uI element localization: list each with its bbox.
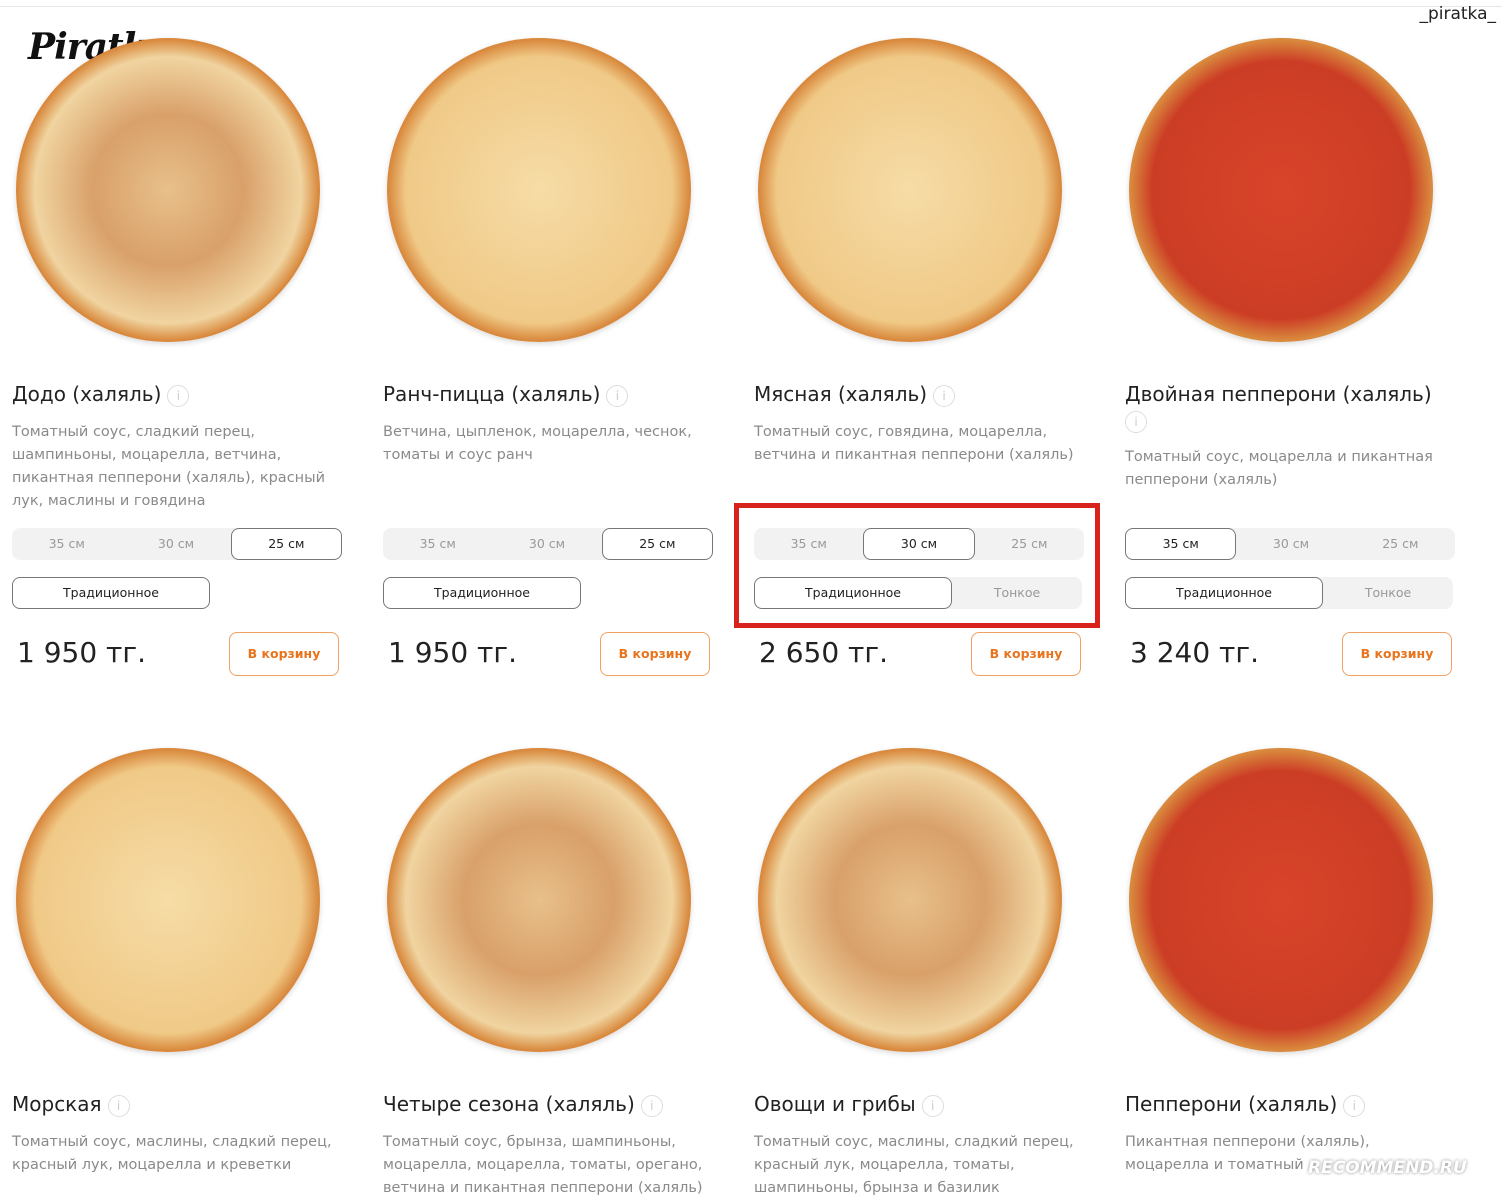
- size-option[interactable]: 25 см: [1346, 528, 1455, 560]
- info-icon[interactable]: i: [606, 384, 629, 407]
- watermark-username: _piratka_: [1419, 4, 1496, 24]
- info-icon[interactable]: i: [640, 1094, 663, 1117]
- info-icon[interactable]: i: [1125, 410, 1147, 433]
- product-title[interactable]: Четыре сезона (халяль) i: [383, 1092, 663, 1117]
- pizza-image[interactable]: [387, 748, 691, 1052]
- product-title[interactable]: Мясная (халяль) i: [754, 382, 956, 407]
- pizza-image[interactable]: [16, 38, 320, 342]
- pizza-image[interactable]: [16, 748, 320, 1052]
- pizza-image[interactable]: [758, 38, 1062, 342]
- product-title[interactable]: Пепперони (халяль) i: [1125, 1092, 1366, 1117]
- product-description: Ветчина, цыпленок, моцарелла, чеснок, то…: [383, 424, 692, 463]
- info-icon[interactable]: i: [107, 1094, 130, 1117]
- add-to-cart-button[interactable]: В корзину: [600, 632, 710, 676]
- site-watermark: RECOMMEND.RU: [1308, 1158, 1467, 1178]
- size-selector: 35 см 30 см 25 см: [12, 528, 342, 560]
- add-to-cart-button[interactable]: В корзину: [229, 632, 339, 676]
- pizza-image[interactable]: [387, 38, 691, 342]
- size-selector: 35 см 30 см 25 см: [1125, 528, 1455, 560]
- add-to-cart-button[interactable]: В корзину: [971, 632, 1081, 676]
- pizza-image[interactable]: [1129, 38, 1433, 342]
- size-option[interactable]: 30 см: [121, 528, 230, 560]
- price: 2 650 тг.: [759, 636, 888, 669]
- size-option[interactable]: 30 см: [492, 528, 601, 560]
- highlight-box: [734, 503, 1100, 628]
- add-to-cart-button[interactable]: В корзину: [1342, 632, 1452, 676]
- product-title[interactable]: Ранч-пицца (халяль) i: [383, 382, 629, 407]
- product-description: Томатный соус, брынза, шампиньоны, моцар…: [383, 1134, 703, 1196]
- product-description: Томатный соус, говядина, моцарелла, ветч…: [754, 424, 1074, 463]
- crust-option[interactable]: Традиционное: [383, 577, 581, 609]
- crust-option[interactable]: Тонкое: [1323, 577, 1453, 609]
- info-icon[interactable]: i: [921, 1094, 944, 1117]
- product-description: Томатный соус, маслины, сладкий перец, к…: [12, 1134, 332, 1173]
- pizza-image[interactable]: [758, 748, 1062, 1052]
- crust-selector: Традиционное Тонкое: [1125, 577, 1453, 609]
- price: 1 950 тг.: [388, 636, 517, 669]
- info-icon[interactable]: i: [1343, 1094, 1366, 1117]
- size-option[interactable]: 25 см: [601, 528, 713, 560]
- product-description: Томатный соус, маслины, сладкий перец, к…: [754, 1134, 1074, 1196]
- crust-option[interactable]: Традиционное: [1125, 577, 1323, 609]
- top-divider: [0, 6, 1502, 7]
- price: 1 950 тг.: [17, 636, 146, 669]
- size-option[interactable]: 35 см: [12, 528, 121, 560]
- product-description: Томатный соус, моцарелла и пикантная пеп…: [1125, 449, 1433, 488]
- product-title[interactable]: Овощи и грибы i: [754, 1092, 944, 1117]
- product-description: Томатный соус, сладкий перец, шампиньоны…: [12, 424, 326, 509]
- size-option[interactable]: 30 см: [1236, 528, 1345, 560]
- info-icon[interactable]: i: [933, 384, 956, 407]
- size-option[interactable]: 35 см: [383, 528, 492, 560]
- price: 3 240 тг.: [1130, 636, 1259, 669]
- size-selector: 35 см 30 см 25 см: [383, 528, 713, 560]
- crust-selector: Традиционное: [12, 577, 340, 609]
- crust-option[interactable]: Традиционное: [12, 577, 210, 609]
- product-title[interactable]: Морская i: [12, 1092, 130, 1117]
- pizza-image[interactable]: [1129, 748, 1433, 1052]
- crust-selector: Традиционное: [383, 577, 711, 609]
- product-title[interactable]: Двойная пепперони (халяль) i: [1125, 382, 1432, 433]
- product-title[interactable]: Додо (халяль) i: [12, 382, 190, 407]
- info-icon[interactable]: i: [167, 384, 190, 407]
- size-option[interactable]: 35 см: [1125, 528, 1237, 560]
- size-option[interactable]: 25 см: [230, 528, 342, 560]
